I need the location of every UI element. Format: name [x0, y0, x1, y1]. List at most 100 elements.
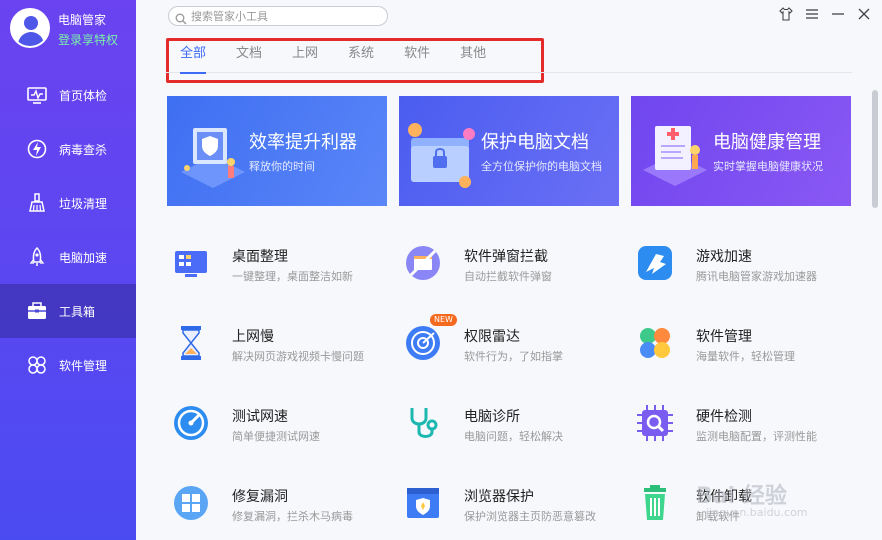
tab-internet[interactable]: 上网: [292, 44, 318, 72]
sidebar-item-junk-clean[interactable]: 垃圾清理: [0, 176, 136, 230]
tool-game-accelerate[interactable]: 游戏加速 腾讯电脑管家游戏加速器: [636, 240, 846, 290]
menu-icon[interactable]: [804, 6, 820, 22]
tab-all[interactable]: 全部: [180, 44, 207, 74]
game-accelerate-icon: [636, 244, 674, 282]
tool-software-manage[interactable]: 软件管理 海量软件，轻松管理: [636, 320, 846, 370]
banner-title: 保护电脑文档: [481, 132, 589, 153]
tool-name: 修复漏洞: [232, 489, 288, 505]
sidebar-item-software-manage[interactable]: 软件管理: [0, 338, 136, 392]
tool-desc: 软件行为，了如指掌: [464, 350, 563, 363]
windows-patch-icon: [172, 484, 210, 522]
tool-name: 软件弹窗拦截: [464, 249, 548, 265]
app-window: 电脑管家 登录享特权 首页体检 病毒查杀 垃圾清理 电脑加速 工具箱 软件管理 …: [0, 0, 882, 540]
minimize-icon[interactable]: [830, 6, 846, 22]
sidebar-item-toolbox[interactable]: 工具箱: [0, 284, 136, 338]
banner-row: 效率提升利器 释放你的时间 保护电脑文档 全方位保护你的电脑文档 电脑健康管理 …: [167, 96, 851, 206]
folder-lock-illustration-icon: [408, 123, 475, 188]
sidebar-item-label: 电脑加速: [59, 250, 108, 265]
vip-login-link[interactable]: 登录享特权: [58, 31, 118, 48]
avatar[interactable]: [10, 8, 50, 48]
sidebar-nav: 首页体检 病毒查杀 垃圾清理 电脑加速 工具箱 软件管理: [0, 68, 136, 392]
banner-title: 效率提升利器: [249, 132, 357, 153]
banner-protect-docs[interactable]: 保护电脑文档 全方位保护你的电脑文档: [399, 96, 619, 206]
tool-name: 浏览器保护: [464, 489, 534, 505]
sidebar-item-virus-scan[interactable]: 病毒查杀: [0, 122, 136, 176]
tool-name: 游戏加速: [696, 249, 752, 265]
sidebar-item-label: 工具箱: [59, 304, 96, 319]
tool-desktop-organize[interactable]: 桌面整理 一键整理，桌面整洁如新: [172, 240, 382, 290]
window-controls: [778, 6, 872, 22]
trash-icon: [636, 484, 674, 522]
user-name: 电脑管家: [58, 13, 107, 27]
tool-fix-vulnerability[interactable]: 修复漏洞 修复漏洞，拦杀木马病毒: [172, 480, 382, 530]
stethoscope-icon: [404, 404, 442, 442]
tool-desc: 一键整理，桌面整洁如新: [232, 270, 353, 283]
tabs-divider: [166, 72, 852, 73]
tab-other[interactable]: 其他: [460, 44, 486, 72]
tool-desc: 保护浏览器主页防恶意篡改: [464, 510, 596, 523]
desktop-organize-icon: [172, 244, 210, 282]
speedometer-icon: [172, 404, 210, 442]
tab-system[interactable]: 系统: [348, 44, 374, 72]
tool-desc: 自动拦截软件弹窗: [464, 270, 552, 283]
tool-name: 硬件检测: [696, 409, 752, 425]
lightning-shield-icon: [26, 138, 48, 160]
tool-desc: 海量软件，轻松管理: [696, 350, 795, 363]
sidebar: 电脑管家 登录享特权 首页体检 病毒查杀 垃圾清理 电脑加速 工具箱 软件管理: [0, 0, 136, 540]
tool-name: 权限雷达: [464, 329, 520, 345]
sidebar-item-label: 首页体检: [59, 88, 108, 103]
tool-desc: 腾讯电脑管家游戏加速器: [696, 270, 817, 283]
clover-icon: [636, 324, 674, 362]
tool-desc: 修复漏洞，拦杀木马病毒: [232, 510, 353, 523]
user-profile[interactable]: 电脑管家 登录享特权: [10, 8, 136, 52]
tool-name: 测试网速: [232, 409, 288, 425]
tool-popup-block[interactable]: 软件弹窗拦截 自动拦截软件弹窗: [404, 240, 614, 290]
watermark-url: jingyan.baidu.com: [706, 506, 808, 519]
search-box[interactable]: [168, 6, 388, 26]
tool-permission-radar[interactable]: NEW 权限雷达 软件行为，了如指掌: [404, 314, 614, 370]
app-manager-icon: [26, 354, 48, 376]
close-icon[interactable]: [856, 6, 872, 22]
tool-name: 上网慢: [232, 329, 274, 345]
skin-shirt-icon[interactable]: [778, 6, 794, 22]
tab-software[interactable]: 软件: [404, 44, 430, 72]
banner-health[interactable]: 电脑健康管理 实时掌握电脑健康状况: [631, 96, 851, 206]
popup-block-icon: [404, 244, 442, 282]
banner-title: 电脑健康管理: [713, 132, 821, 153]
tool-desc: 监测电脑配置，评测性能: [696, 430, 817, 443]
sidebar-item-label: 病毒查杀: [59, 142, 108, 157]
main-content: 全部 文档 上网 系统 软件 其他 效率提升利器 释放你的时间: [136, 0, 882, 540]
baidu-watermark: Bai 经验 jingyan.baidu.com: [676, 476, 836, 520]
monitor-icon: [26, 84, 48, 106]
search-icon: [175, 10, 187, 25]
tool-hardware-check[interactable]: 硬件检测 监测电脑配置，评测性能: [636, 400, 846, 450]
rocket-icon: [26, 246, 48, 268]
hourglass-icon: [172, 324, 210, 362]
tool-desc: 电脑问题，轻松解决: [464, 430, 563, 443]
radar-icon: [404, 324, 442, 362]
browser-shield-icon: [404, 484, 442, 522]
banner-subtitle: 实时掌握电脑健康状况: [713, 160, 823, 173]
toolbox-icon: [26, 300, 48, 322]
tool-desc: 解决网页游戏视频卡慢问题: [232, 350, 364, 363]
category-tabs: 全部 文档 上网 系统 软件 其他: [180, 44, 516, 74]
tool-browser-protect[interactable]: 浏览器保护 保护浏览器主页防恶意篡改: [404, 480, 614, 530]
tool-pc-clinic[interactable]: 电脑诊所 电脑问题，轻松解决: [404, 400, 614, 450]
tool-desc: 简单便捷测试网速: [232, 430, 320, 443]
tab-documents[interactable]: 文档: [236, 44, 262, 72]
search-input[interactable]: [191, 9, 381, 23]
broom-icon: [26, 192, 48, 214]
chip-search-icon: [636, 404, 674, 442]
tool-name: 软件管理: [696, 329, 752, 345]
banner-subtitle: 全方位保护你的电脑文档: [481, 160, 602, 173]
sidebar-item-speedup[interactable]: 电脑加速: [0, 230, 136, 284]
tool-slow-internet[interactable]: 上网慢 解决网页游戏视频卡慢问题: [172, 320, 382, 370]
vertical-scrollbar[interactable]: [872, 90, 878, 208]
sidebar-item-home-checkup[interactable]: 首页体检: [0, 68, 136, 122]
tool-name: 桌面整理: [232, 249, 288, 265]
banner-subtitle: 释放你的时间: [249, 160, 315, 173]
efficiency-illustration-icon: [181, 128, 245, 188]
new-badge: NEW: [430, 314, 457, 326]
tool-speed-test[interactable]: 测试网速 简单便捷测试网速: [172, 400, 382, 450]
banner-efficiency[interactable]: 效率提升利器 释放你的时间: [167, 96, 387, 206]
